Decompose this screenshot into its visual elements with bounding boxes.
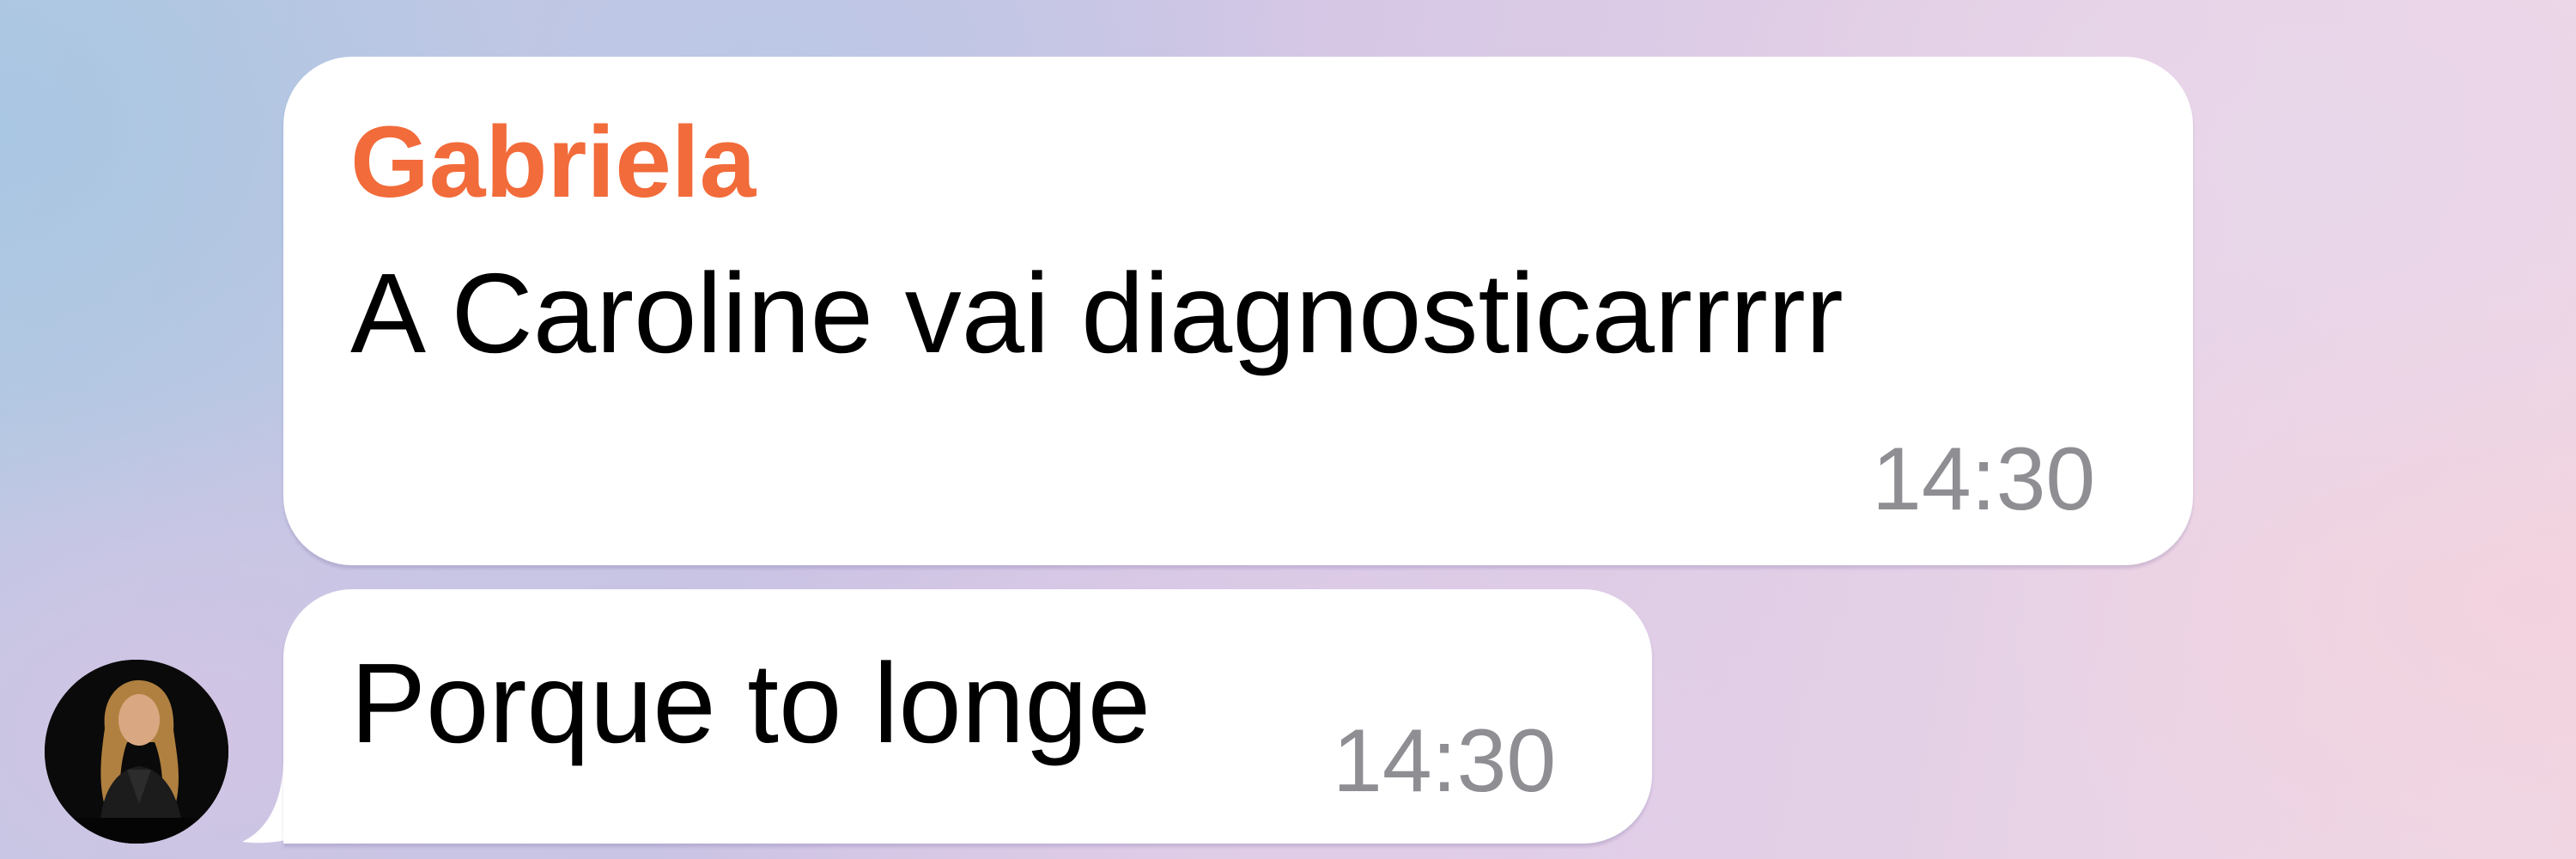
- user-avatar[interactable]: [45, 660, 228, 844]
- sender-name[interactable]: Gabriela: [350, 107, 756, 218]
- message-text-2: Porque to longe: [350, 640, 1151, 766]
- message-time-1: 14:30: [1872, 430, 2096, 529]
- avatar-photo-icon: [45, 660, 228, 844]
- message-time-2: 14:30: [1333, 711, 1557, 811]
- message-text-1: A Caroline vai diagnosticarrrrr: [350, 250, 1844, 376]
